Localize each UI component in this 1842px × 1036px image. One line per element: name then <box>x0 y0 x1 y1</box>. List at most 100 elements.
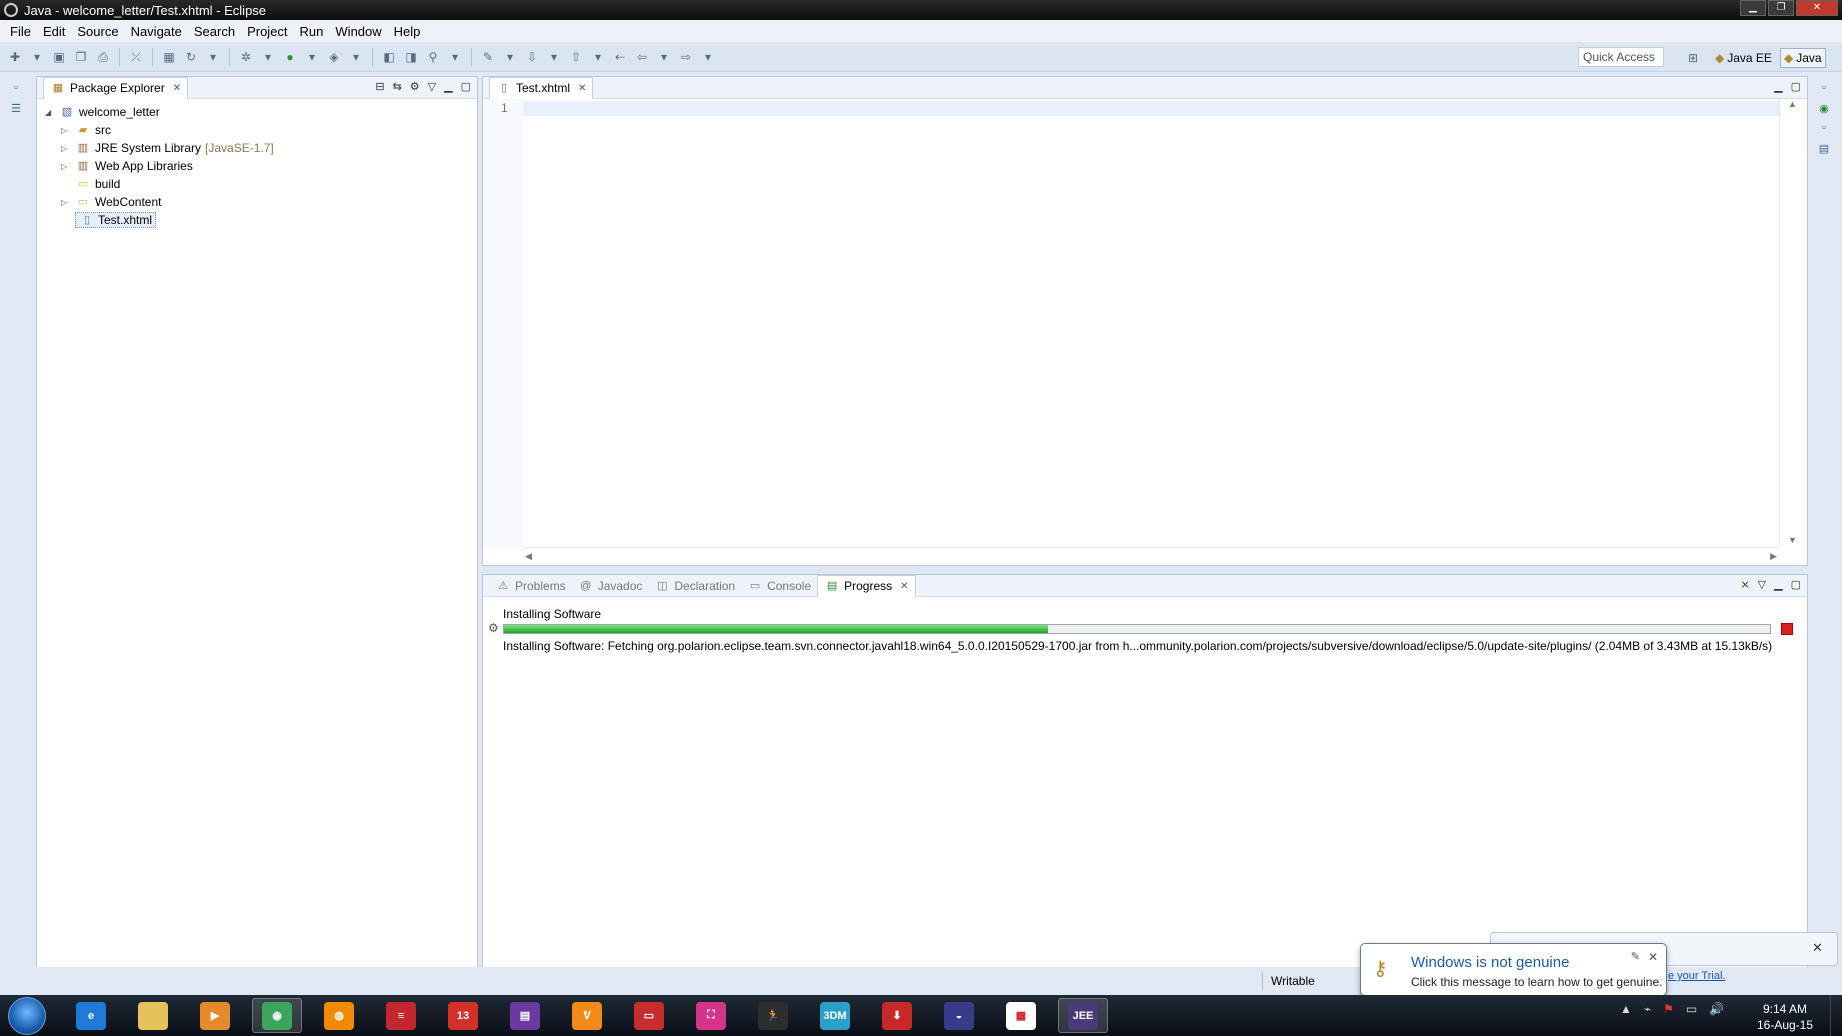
scroll-left-icon[interactable]: ◀ <box>525 551 532 562</box>
scroll-down-icon[interactable]: ▼ <box>1788 535 1797 545</box>
vertical-scrollbar[interactable]: ▲ ▼ <box>1779 99 1807 547</box>
taskbar-app-app-red-2[interactable]: ▭ <box>624 998 674 1033</box>
menu-project[interactable]: Project <box>241 24 293 39</box>
taskbar-app-app-2012[interactable]: ⛶ <box>686 998 736 1033</box>
tab-javadoc[interactable]: @ Javadoc <box>572 575 649 597</box>
taskbar-app-internet-explorer[interactable]: e <box>66 998 116 1033</box>
tree-item-jre[interactable]: ▷ ▥ JRE System Library [JavaSE-1.7] <box>45 139 477 157</box>
restore-icon[interactable]: ▫ <box>8 82 24 96</box>
close-icon[interactable]: ✕ <box>1812 940 1823 956</box>
perspective-java-ee[interactable]: ◆ Java EE <box>1712 48 1775 68</box>
minimize-icon[interactable]: ▁ <box>444 80 452 93</box>
view-menu-icon[interactable]: ▽ <box>428 80 436 93</box>
tree-item-web-app-libraries[interactable]: ▷ ▥ Web App Libraries <box>45 157 477 175</box>
filter-icon[interactable]: ⚙ <box>410 80 420 93</box>
dropdown-icon[interactable]: ▾ <box>303 49 321 65</box>
scroll-up-icon[interactable]: ▲ <box>1788 99 1797 109</box>
taskbar-app-media-player[interactable]: ▶ <box>190 998 240 1033</box>
taskbar-app-eclipse[interactable]: ◒ <box>934 998 984 1033</box>
taskbar-app-app-grid[interactable]: ▦ <box>996 998 1046 1033</box>
dropdown-icon[interactable]: ▾ <box>655 49 673 65</box>
close-icon[interactable]: ✕ <box>173 83 181 94</box>
taskbar-app-app-runner[interactable]: 🏃 <box>748 998 798 1033</box>
tab-console[interactable]: ▭ Console <box>741 575 817 597</box>
trial-link[interactable]: e your Trial. <box>1668 970 1725 982</box>
forward-icon[interactable]: ⇨ <box>677 49 695 65</box>
new-server-icon[interactable]: ▦ <box>160 49 178 65</box>
options-icon[interactable]: ✎ <box>1631 950 1640 963</box>
dropdown-icon[interactable]: ▾ <box>259 49 277 65</box>
new-icon[interactable]: ✚ <box>6 49 24 65</box>
link-editor-icon[interactable]: ⇆ <box>393 80 402 93</box>
menu-file[interactable]: File <box>4 24 37 39</box>
dropdown-icon[interactable]: ▾ <box>204 49 222 65</box>
menu-edit[interactable]: Edit <box>37 24 71 39</box>
dropdown-icon[interactable]: ▾ <box>501 49 519 65</box>
scroll-right-icon[interactable]: ▶ <box>1770 551 1777 562</box>
next-annotation-icon[interactable]: ⇩ <box>523 49 541 65</box>
menu-run[interactable]: Run <box>294 24 330 39</box>
minimize-button[interactable]: ▁ <box>1740 0 1766 16</box>
minimize-icon[interactable]: ▁ <box>1774 578 1782 591</box>
collapsed-arrow-icon[interactable]: ▷ <box>61 198 71 207</box>
taskbar-app-app-13[interactable]: 13 <box>438 998 488 1033</box>
view-menu-icon[interactable]: ▽ <box>1758 578 1766 591</box>
back-icon[interactable]: ⇦ <box>633 49 651 65</box>
tab-test-xhtml[interactable]: ▯ Test.xhtml ✕ <box>489 76 594 99</box>
restore-icon[interactable]: ▫ <box>1816 82 1832 96</box>
system-clock[interactable]: 9:14 AM 16-Aug-15 <box>1750 1001 1820 1033</box>
print-icon[interactable]: ⎙ <box>94 49 112 65</box>
action-center-icon[interactable]: ⚑ <box>1663 1002 1674 1016</box>
tree-item-build[interactable]: ▭ build <box>45 175 477 193</box>
save-all-icon[interactable]: ❐ <box>72 49 90 65</box>
tab-declaration[interactable]: ◫ Declaration <box>648 575 741 597</box>
taskbar-app-app-orange[interactable]: ᕓ <box>562 998 612 1033</box>
network-icon[interactable]: ⌁ <box>1644 1002 1651 1016</box>
dropdown-icon[interactable]: ▾ <box>347 49 365 65</box>
tree-item-src[interactable]: ▷ ▰ src <box>45 121 477 139</box>
search-icon[interactable]: ⚲ <box>424 49 442 65</box>
taskbar-app-app-red-1[interactable]: ≡ <box>376 998 426 1033</box>
dropdown-icon[interactable]: ▾ <box>28 49 46 65</box>
menu-navigate[interactable]: Navigate <box>125 24 188 39</box>
genuine-notification[interactable]: ⚷ Windows is not genuine Click this mess… <box>1360 943 1667 1006</box>
open-type-icon[interactable]: ◧ <box>380 49 398 65</box>
dropdown-icon[interactable]: ▾ <box>545 49 563 65</box>
open-folder-icon[interactable]: ◨ <box>402 49 420 65</box>
open-perspective-icon[interactable]: ⊞ <box>1684 50 1702 66</box>
menu-help[interactable]: Help <box>388 24 427 39</box>
annotation-icon[interactable]: ✎ <box>479 49 497 65</box>
cancel-job-button[interactable] <box>1781 623 1793 635</box>
tree-item-project[interactable]: ◢ ▧ welcome_letter <box>45 103 477 121</box>
menu-window[interactable]: Window <box>329 24 387 39</box>
collapsed-arrow-icon[interactable]: ▷ <box>61 162 71 171</box>
perspective-java[interactable]: ◆ Java <box>1780 48 1826 68</box>
collapsed-arrow-icon[interactable]: ▷ <box>61 126 71 135</box>
selected-item[interactable]: ▯ Test.xhtml <box>75 212 157 228</box>
maximize-icon[interactable]: ▢ <box>1791 80 1801 93</box>
taskbar-app-app-pdf[interactable]: ⬇ <box>872 998 922 1033</box>
close-icon[interactable]: ✕ <box>900 581 908 592</box>
taskbar-app-eclipse-jee[interactable]: JEE <box>1058 998 1108 1033</box>
save-icon[interactable]: ▣ <box>50 49 68 65</box>
volume-icon[interactable]: 🔊 <box>1709 1002 1724 1016</box>
dropdown-icon[interactable]: ▾ <box>699 49 717 65</box>
remove-all-icon[interactable]: ⨯ <box>1740 578 1749 591</box>
external-tools-icon[interactable]: ◈ <box>325 49 343 65</box>
taskbar-app-winrar[interactable]: ▤ <box>500 998 550 1033</box>
show-hidden-icons-icon[interactable]: ▲ <box>1620 1002 1632 1016</box>
show-desktop-button[interactable] <box>1830 995 1842 1036</box>
tab-package-explorer[interactable]: ▦ Package Explorer ✕ <box>43 76 189 99</box>
debug-icon[interactable]: ✲ <box>237 49 255 65</box>
start-button[interactable] <box>8 997 46 1035</box>
close-icon[interactable]: ✕ <box>1648 950 1658 964</box>
task-list-icon[interactable]: ▤ <box>1816 142 1832 156</box>
editor-body[interactable]: 1 ▲ ▼ ◀ ▶ <box>483 99 1807 565</box>
display-icon[interactable]: ▭ <box>1686 1002 1697 1016</box>
maximize-icon[interactable]: ▢ <box>461 80 471 93</box>
taskbar-app-chrome[interactable]: ◉ <box>252 998 302 1033</box>
globe-icon[interactable]: ◉ <box>1816 102 1832 116</box>
collapsed-arrow-icon[interactable]: ▷ <box>61 144 71 153</box>
quick-access-input[interactable]: Quick Access <box>1578 47 1664 67</box>
restore-icon[interactable]: ▫ <box>1816 122 1832 136</box>
